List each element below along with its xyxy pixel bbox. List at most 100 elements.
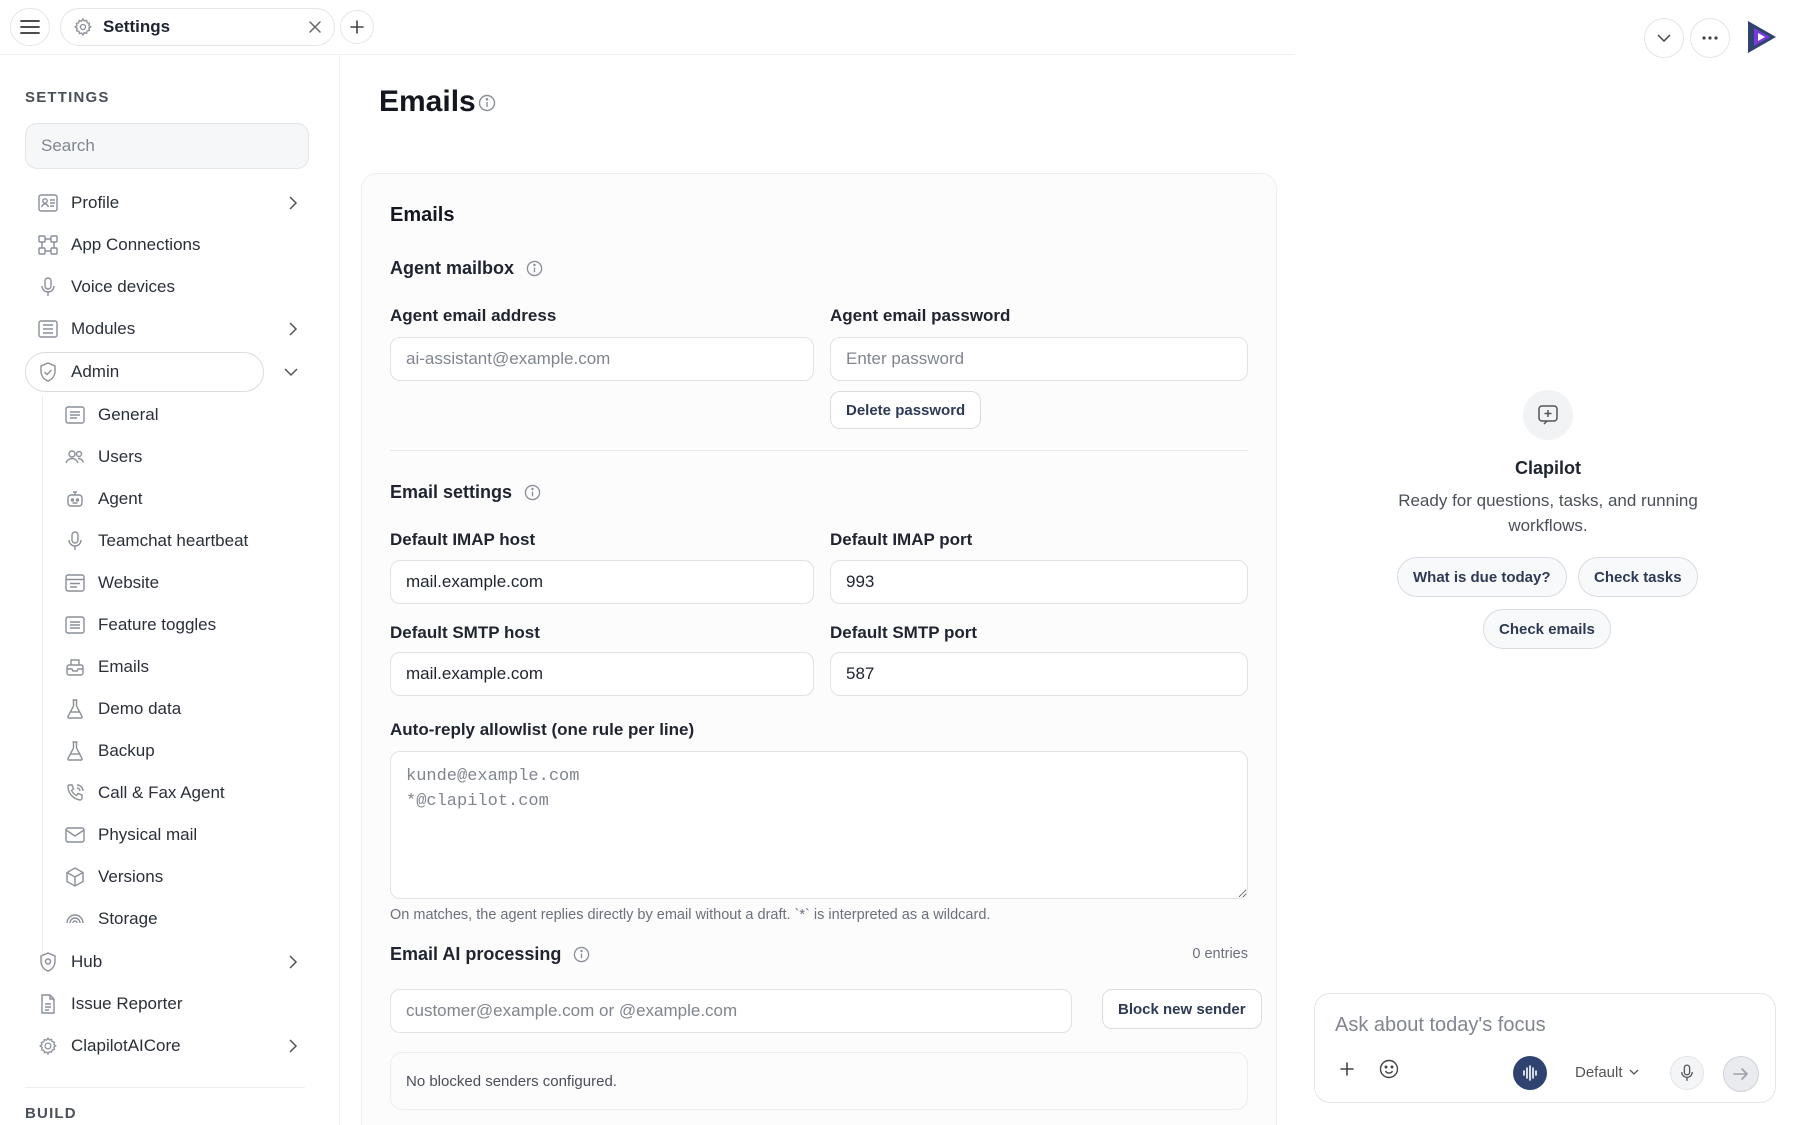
sidebar-item-feature-toggles[interactable]: Feature toggles	[52, 605, 310, 645]
sidebar-item-teamchat-heartbeat[interactable]: Teamchat heartbeat	[52, 521, 310, 561]
sidebar-search-input[interactable]	[25, 123, 309, 169]
signal-icon	[66, 914, 84, 924]
sidebar-item-clapilotaicore[interactable]: ClapilotAICore	[25, 1026, 310, 1066]
voice-mode-button[interactable]	[1513, 1056, 1547, 1090]
sidebar-item-label: Hub	[71, 952, 103, 971]
imap-port-label: Default IMAP port	[830, 530, 973, 549]
active-item-highlight	[25, 352, 264, 392]
dictate-button[interactable]	[1670, 1056, 1704, 1090]
info-icon[interactable]	[573, 946, 590, 963]
chat-input[interactable]	[1335, 1008, 1755, 1042]
sidebar-item-profile[interactable]: Profile	[25, 183, 310, 223]
sidebar-item-label: Storage	[98, 909, 158, 928]
blocked-senders-empty: No blocked senders configured.	[390, 1052, 1248, 1110]
sidebar-item-website[interactable]: Website	[52, 563, 310, 603]
info-icon[interactable]	[524, 484, 541, 501]
block-new-sender-button[interactable]: Block new sender	[1102, 989, 1262, 1029]
sidebar-item-label: Call & Fax Agent	[98, 783, 225, 802]
chevron-down-icon	[1657, 34, 1671, 43]
sidebar-item-modules[interactable]: Modules	[25, 309, 310, 349]
sidebar-item-app-connections[interactable]: App Connections	[25, 225, 310, 265]
info-icon[interactable]	[478, 94, 496, 112]
sidebar-item-versions[interactable]: Versions	[52, 857, 310, 897]
chevron-right-icon	[289, 196, 298, 210]
sidebar-item-label: Demo data	[98, 699, 182, 718]
flask-icon	[67, 741, 83, 761]
suggestion-chip-check-tasks[interactable]: Check tasks	[1578, 557, 1698, 597]
page-title: Emails	[379, 85, 476, 118]
sidebar-item-label: Agent	[98, 489, 143, 508]
sidebar-item-label: Emails	[98, 657, 150, 676]
sidebar-item-emails[interactable]: Emails	[52, 647, 310, 687]
sidebar-item-label: Profile	[71, 193, 120, 212]
sidebar-item-issue-reporter[interactable]: Issue Reporter	[25, 984, 310, 1024]
tab-settings[interactable]: Settings	[60, 8, 335, 46]
sidebar-item-users[interactable]: Users	[52, 437, 310, 477]
sidebar-item-label: Admin	[71, 362, 120, 381]
phone-icon	[67, 784, 84, 801]
model-selector[interactable]: Default	[1575, 1064, 1639, 1081]
section-label: Email AI processing	[390, 944, 562, 964]
browser-window-icon	[65, 574, 85, 592]
model-label: Default	[1575, 1064, 1623, 1081]
emails-card: Emails Agent mailbox Agent email address…	[361, 173, 1277, 1125]
allowlist-hint: On matches, the agent replies directly b…	[390, 907, 991, 923]
robot-icon	[67, 491, 83, 507]
imap-port-input[interactable]	[830, 560, 1248, 604]
microphone-icon	[68, 531, 82, 550]
suggestion-chip-check-emails[interactable]: Check emails	[1483, 609, 1611, 649]
collapse-button[interactable]	[1644, 18, 1684, 58]
cog-icon	[39, 1037, 57, 1056]
close-icon[interactable]	[308, 20, 322, 34]
allowlist-textarea[interactable]	[390, 751, 1248, 899]
info-icon[interactable]	[526, 260, 543, 277]
sidebar-item-label: App Connections	[71, 235, 201, 254]
toggles-icon	[65, 616, 85, 634]
agent-email-input[interactable]	[390, 337, 814, 381]
smtp-host-input[interactable]	[390, 652, 814, 696]
clapilot-logo-icon	[1748, 21, 1776, 53]
sidebar-divider	[25, 1087, 305, 1088]
chevron-right-icon	[289, 322, 298, 336]
sidebar-item-label: Physical mail	[98, 825, 198, 844]
envelope-icon	[65, 827, 85, 843]
chat-composer: Default	[1314, 993, 1776, 1103]
users-icon	[65, 450, 85, 464]
sidebar-item-label: Issue Reporter	[71, 994, 183, 1013]
shield-check-icon	[40, 362, 56, 382]
chevron-down-icon	[284, 368, 298, 377]
send-button[interactable]	[1723, 1056, 1759, 1092]
modules-icon	[38, 320, 58, 338]
emoji-icon[interactable]	[1379, 1059, 1399, 1079]
more-options-button[interactable]	[1690, 18, 1730, 58]
inbox-icon	[66, 659, 84, 676]
new-tab-button[interactable]	[340, 10, 374, 44]
smtp-port-input[interactable]	[830, 652, 1248, 696]
sidebar-item-label: Versions	[98, 867, 164, 886]
sidebar-item-demo-data[interactable]: Demo data	[52, 689, 310, 729]
chevron-down-icon	[1629, 1069, 1638, 1075]
sidebar-item-agent[interactable]: Agent	[52, 479, 310, 519]
sidebar-item-call-fax-agent[interactable]: Call & Fax Agent	[52, 773, 310, 813]
sidebar-item-physical-mail[interactable]: Physical mail	[52, 815, 310, 855]
chevron-right-icon	[289, 1039, 298, 1053]
suggestion-chip-due-today[interactable]: What is due today?	[1397, 557, 1567, 597]
sidebar-item-general[interactable]: General	[52, 395, 310, 435]
sidebar-item-backup[interactable]: Backup	[52, 731, 310, 771]
sidebar-item-label: Voice devices	[71, 277, 175, 296]
sidebar-item-storage[interactable]: Storage	[52, 899, 310, 939]
sidebar-item-hub[interactable]: Hub	[25, 942, 310, 982]
waveform-icon	[1523, 1065, 1537, 1081]
sidebar-item-voice-devices[interactable]: Voice devices	[25, 267, 310, 307]
imap-host-input[interactable]	[390, 560, 814, 604]
menu-button[interactable]	[10, 8, 50, 46]
delete-password-button[interactable]: Delete password	[830, 391, 982, 429]
new-chat-icon	[1523, 390, 1573, 440]
plus-icon[interactable]	[1339, 1061, 1355, 1077]
sidebar-heading: SETTINGS	[25, 89, 110, 106]
agent-password-input[interactable]	[830, 337, 1248, 381]
flask-icon	[67, 699, 83, 719]
block-sender-input[interactable]	[390, 989, 1072, 1033]
sidebar-item-admin[interactable]: Admin	[25, 352, 310, 392]
sidebar-item-label: Users	[98, 447, 143, 466]
